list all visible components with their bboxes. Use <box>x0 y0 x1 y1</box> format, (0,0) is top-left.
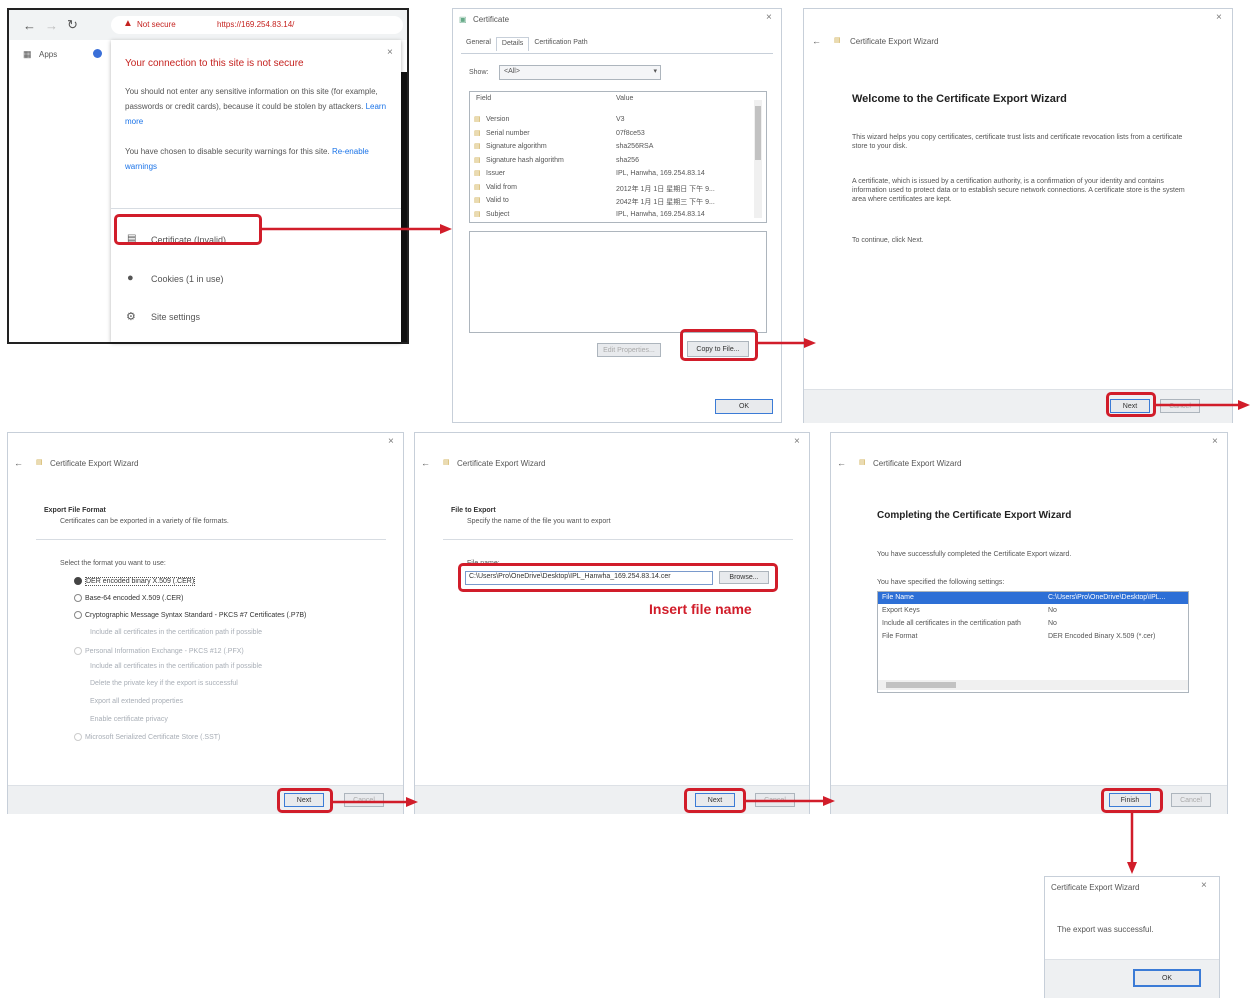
arrow-file-next <box>746 796 835 806</box>
arrow-format-next <box>333 797 418 807</box>
flow-arrows <box>262 224 1250 874</box>
arrow-finish-down <box>1127 813 1137 874</box>
arrow-welcome-next <box>1156 400 1250 410</box>
arrow-copy-to-welcome <box>758 338 816 348</box>
arrow-cert-to-dialog <box>262 224 452 234</box>
